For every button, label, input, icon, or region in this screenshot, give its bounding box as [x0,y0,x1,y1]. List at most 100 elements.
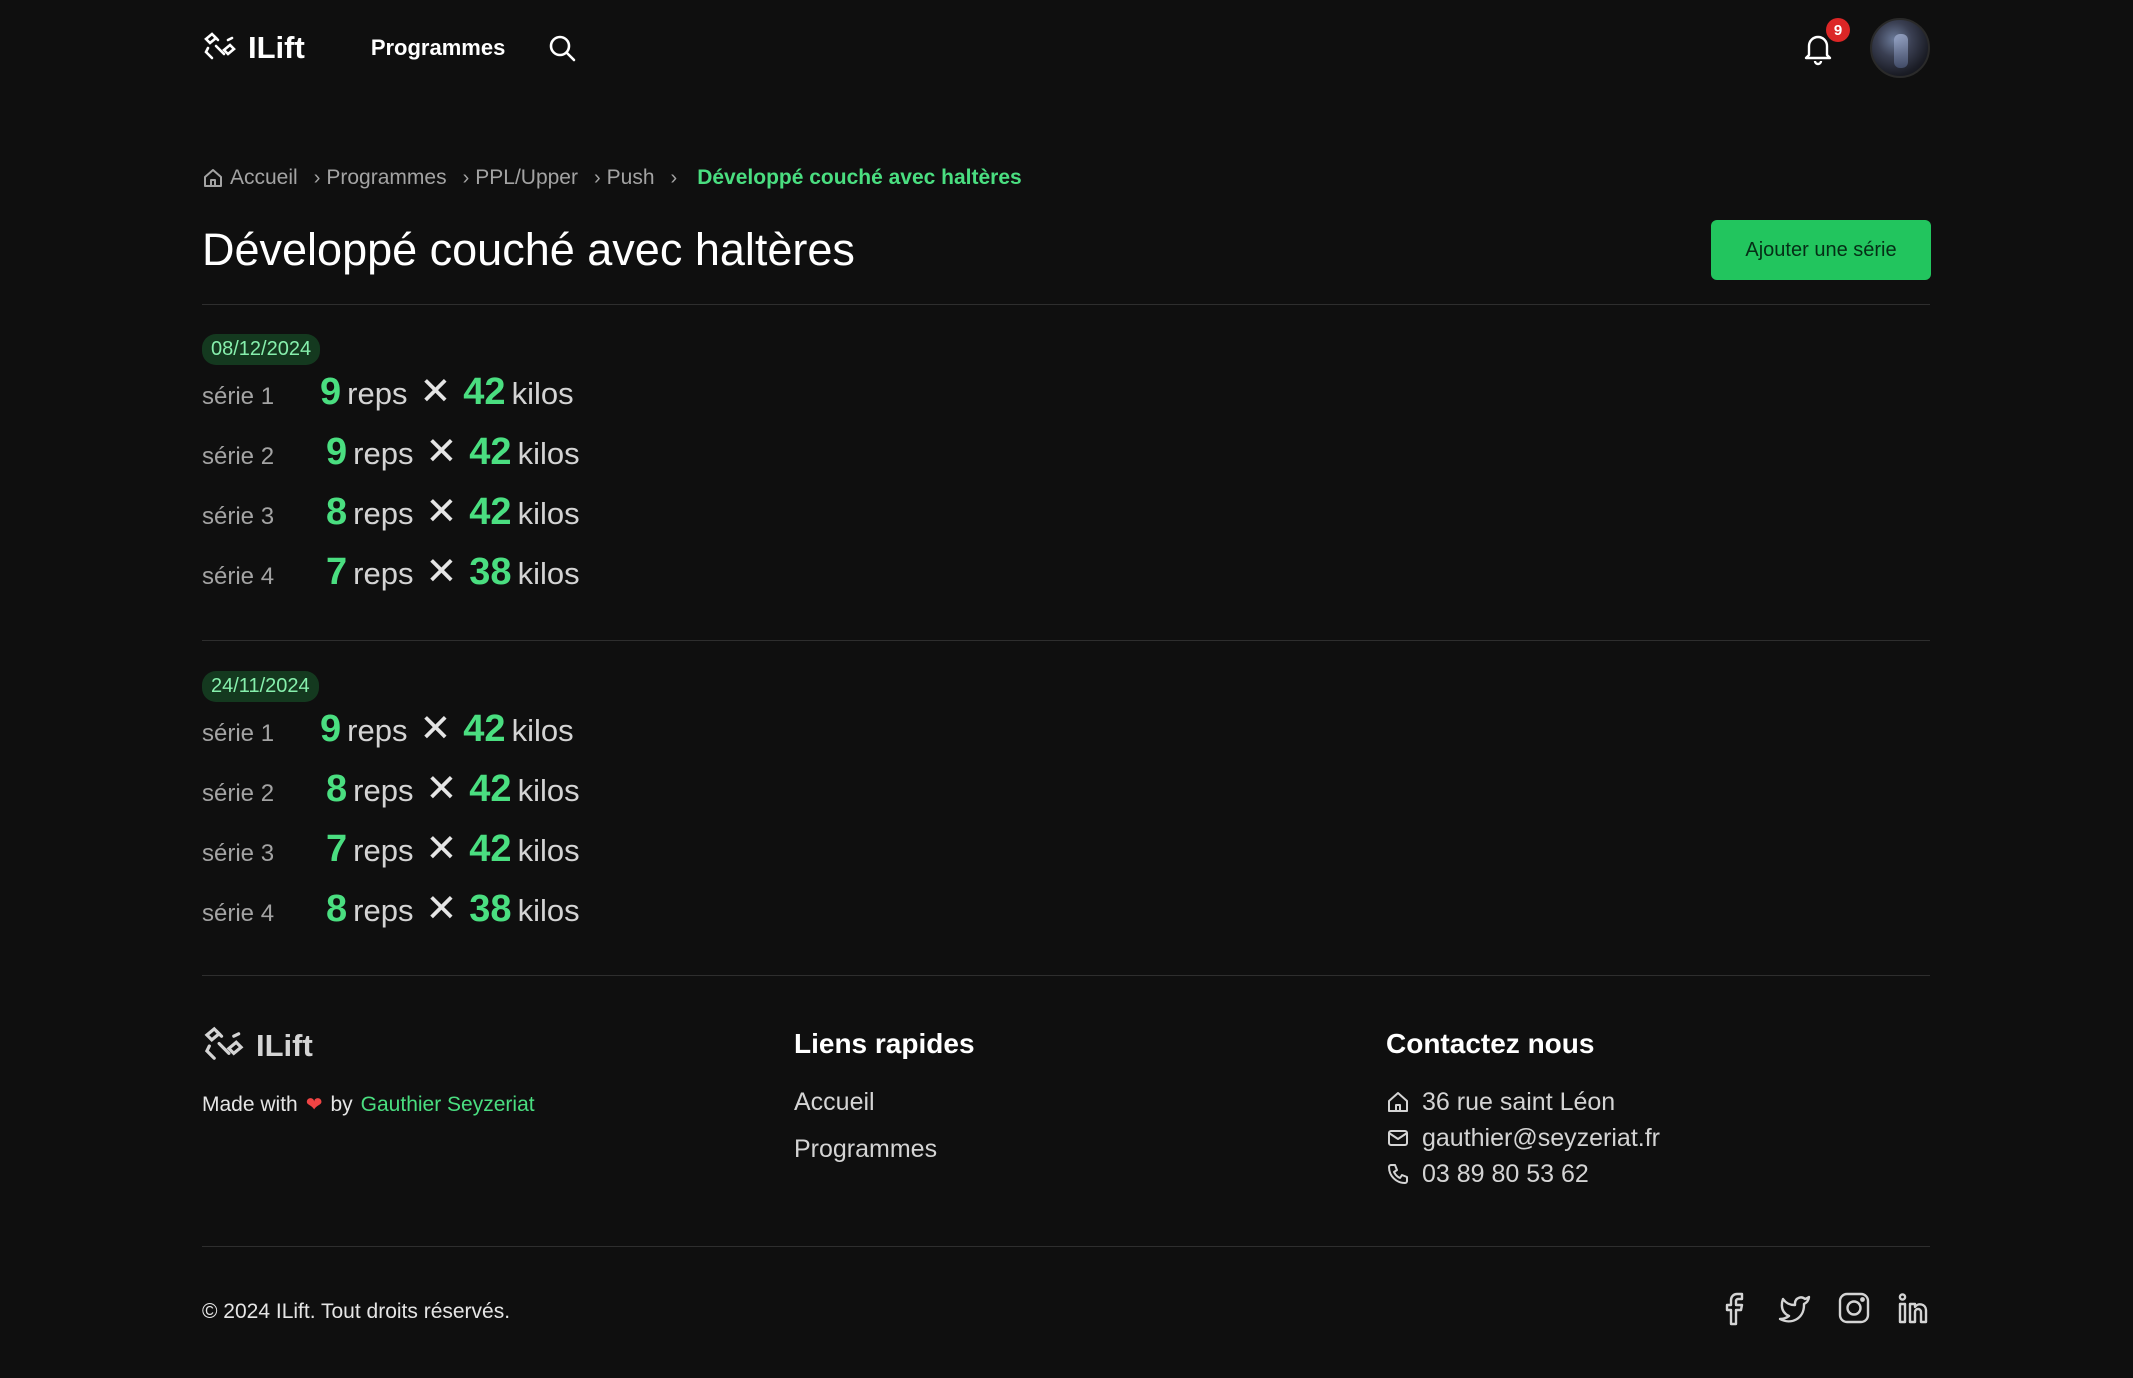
serie-label: série 2 [202,780,275,807]
serie-label: série 1 [202,720,275,747]
footer-link-accueil[interactable]: Accueil [794,1088,975,1117]
serie-row: série 4 7 reps ✕ 38 kilos [202,549,1930,609]
user-avatar[interactable] [1870,18,1930,78]
serie-value: 7 reps ✕ 42 kilos [326,826,580,871]
search-icon[interactable] [547,33,577,63]
kilos-count: 42 [469,431,512,473]
kilos-count: 38 [469,888,512,930]
brand-logo[interactable]: ILift [202,30,305,66]
kilos-unit: kilos [511,376,574,411]
footer-brand-column: ILift Made with ❤ by Gauthier Seyzeriat [202,1024,535,1117]
email-text: gauthier@seyzeriat.fr [1422,1123,1660,1152]
made-with-text: Made with [202,1092,298,1116]
reps-count: 7 [326,551,348,593]
session-date-badge: 08/12/2024 [202,334,321,365]
reps-unit: reps [347,376,408,411]
kilos-unit: kilos [517,436,580,471]
kilos-unit: kilos [517,773,580,808]
social-links [1716,1290,1932,1326]
chevron-right-icon: › [313,166,321,189]
contact-phone[interactable]: 03 89 80 53 62 [1386,1156,1660,1192]
reps-count: 9 [320,371,342,413]
contact-email[interactable]: gauthier@seyzeriat.fr [1386,1120,1660,1156]
nav-programmes-link[interactable]: Programmes [371,35,506,61]
serie-value: 9 reps ✕ 42 kilos [320,706,574,751]
reps-unit: reps [353,556,414,591]
kilos-count: 42 [463,371,506,413]
logo-icon [202,1024,246,1068]
add-serie-button[interactable]: Ajouter une série [1711,220,1931,280]
kilos-unit: kilos [517,893,580,928]
phone-icon [1386,1162,1422,1186]
kilos-count: 42 [463,708,506,750]
copyright-text: © 2024 ILift. Tout droits réservés. [202,1300,511,1323]
divider [202,640,1930,641]
times-icon: ✕ [425,551,458,593]
times-icon: ✕ [425,768,458,810]
home-icon [202,167,224,189]
quick-links-column: Liens rapides Accueil Programmes [794,1028,975,1164]
session-card: 24/11/2024 série 1 9 reps ✕ 42 kilos sér… [202,671,1930,946]
made-with-line: Made with ❤ by Gauthier Seyzeriat [202,1092,535,1117]
serie-value: 9 reps ✕ 42 kilos [320,369,574,414]
brand-name: ILift [248,30,305,65]
times-icon: ✕ [425,828,458,870]
reps-count: 8 [326,768,348,810]
kilos-unit: kilos [511,713,574,748]
reps-count: 7 [326,828,348,870]
footer-link-programmes[interactable]: Programmes [794,1135,975,1164]
author-link[interactable]: Gauthier Seyzeriat [361,1093,535,1117]
serie-label: série 2 [202,443,275,470]
chevron-right-icon: › [593,166,601,189]
reps-count: 9 [326,431,348,473]
serie-label: série 3 [202,840,275,867]
session-date-badge: 24/11/2024 [202,671,319,702]
breadcrumb-label: Accueil [230,166,298,189]
times-icon: ✕ [419,708,452,750]
chevron-right-icon: › [670,166,678,189]
notifications-button[interactable]: 9 [1800,18,1850,66]
kilos-unit: kilos [517,496,580,531]
times-icon: ✕ [425,491,458,533]
top-navbar: ILift Programmes 9 [202,0,1930,96]
facebook-icon[interactable] [1716,1290,1752,1326]
divider [202,304,1930,305]
breadcrumb-home[interactable]: Accueil [202,166,298,190]
serie-label: série 4 [202,563,275,590]
serie-label: série 4 [202,900,275,927]
instagram-icon[interactable] [1836,1290,1872,1326]
breadcrumb-push[interactable]: Push [607,166,655,190]
serie-row: série 3 7 reps ✕ 42 kilos [202,826,1930,886]
twitter-icon[interactable] [1776,1290,1812,1326]
reps-unit: reps [353,436,414,471]
quick-links-title: Liens rapides [794,1028,975,1059]
kilos-count: 42 [469,828,512,870]
serie-row: série 1 9 reps ✕ 42 kilos [202,706,1930,766]
times-icon: ✕ [419,371,452,413]
footer-brand-name: ILift [256,1028,313,1063]
kilos-count: 42 [469,491,512,533]
kilos-count: 38 [469,551,512,593]
divider [202,1246,1930,1247]
linkedin-icon[interactable] [1896,1290,1932,1326]
contact-title: Contactez nous [1386,1028,1595,1059]
reps-count: 8 [326,888,348,930]
serie-row: série 1 9 reps ✕ 42 kilos [202,369,1930,429]
heart-icon: ❤ [305,1094,323,1116]
reps-unit: reps [353,496,414,531]
session-card: 08/12/2024 série 1 9 reps ✕ 42 kilos sér… [202,334,1930,609]
serie-row: série 2 9 reps ✕ 42 kilos [202,429,1930,489]
mail-icon [1386,1126,1422,1150]
footer-brand[interactable]: ILift [202,1024,535,1068]
breadcrumb-ppl-upper[interactable]: PPL/Upper [475,166,578,190]
breadcrumb-programmes[interactable]: Programmes [326,166,446,190]
times-icon: ✕ [425,888,458,930]
serie-row: série 2 8 reps ✕ 42 kilos [202,766,1930,826]
kilos-unit: kilos [517,556,580,591]
notification-count-badge: 9 [1826,18,1850,42]
serie-label: série 1 [202,383,275,410]
reps-unit: reps [353,833,414,868]
by-text: by [330,1092,353,1116]
serie-value: 8 reps ✕ 42 kilos [326,489,580,534]
serie-row: série 3 8 reps ✕ 42 kilos [202,489,1930,549]
